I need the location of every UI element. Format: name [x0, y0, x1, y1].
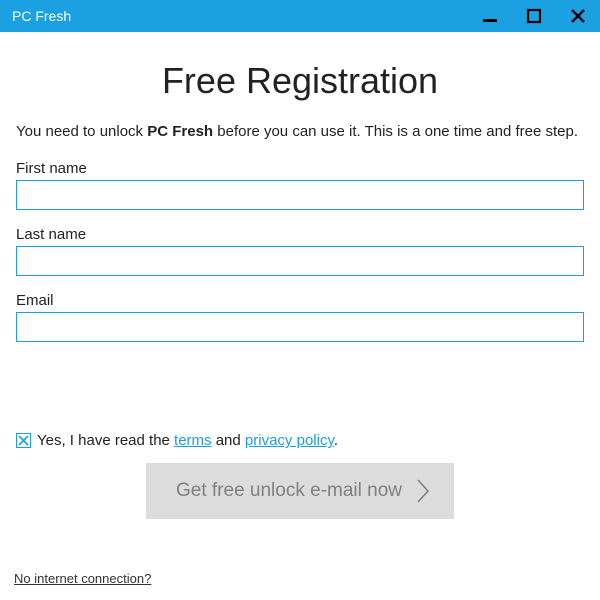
- first-name-label: First name: [16, 160, 584, 177]
- terms-link[interactable]: terms: [174, 432, 212, 449]
- last-name-input[interactable]: [16, 246, 584, 276]
- privacy-link[interactable]: privacy policy: [245, 432, 334, 449]
- intro-after: before you can use it. This is a one tim…: [213, 123, 578, 140]
- close-button[interactable]: [556, 0, 600, 32]
- intro-text: You need to unlock PC Fresh before you c…: [16, 122, 584, 142]
- window-controls: [468, 0, 600, 32]
- email-input[interactable]: [16, 312, 584, 342]
- minimize-icon: [482, 8, 498, 24]
- maximize-button[interactable]: [512, 0, 556, 32]
- page-title: Free Registration: [16, 60, 584, 102]
- submit-label: Get free unlock e-mail now: [176, 480, 402, 502]
- checkmark-icon: [18, 435, 29, 446]
- first-name-input[interactable]: [16, 180, 584, 210]
- content: Free Registration You need to unlock PC …: [0, 32, 600, 551]
- submit-button[interactable]: Get free unlock e-mail now: [146, 463, 454, 519]
- minimize-button[interactable]: [468, 0, 512, 32]
- no-internet-link[interactable]: No internet connection?: [14, 571, 151, 586]
- last-name-label: Last name: [16, 226, 584, 243]
- consent-text: Yes, I have read the terms and privacy p…: [37, 432, 338, 449]
- intro-bold: PC Fresh: [147, 123, 213, 140]
- consent-checkbox[interactable]: [16, 433, 31, 448]
- close-icon: [570, 8, 586, 24]
- chevron-right-icon: [416, 478, 430, 504]
- consent-suffix: .: [334, 432, 338, 449]
- consent-row: Yes, I have read the terms and privacy p…: [16, 432, 584, 449]
- window-title: PC Fresh: [12, 8, 468, 24]
- consent-prefix: Yes, I have read the: [37, 432, 174, 449]
- intro-before: You need to unlock: [16, 123, 147, 140]
- consent-mid: and: [212, 432, 245, 449]
- submit-wrap: Get free unlock e-mail now: [16, 463, 584, 519]
- titlebar: PC Fresh: [0, 0, 600, 32]
- maximize-icon: [526, 8, 542, 24]
- email-label: Email: [16, 292, 584, 309]
